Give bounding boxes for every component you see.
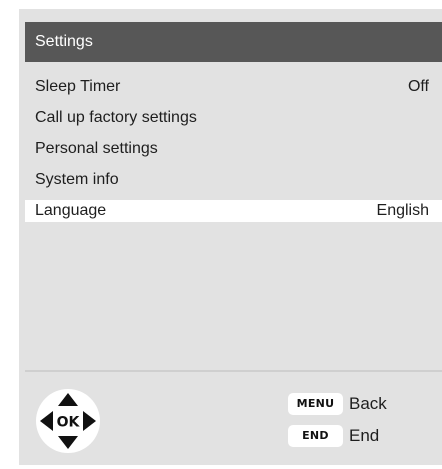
navigation-pad-icon: OK xyxy=(35,388,101,454)
menu-item-sleep-timer[interactable]: Sleep Timer Off xyxy=(25,76,442,98)
menu-item-value: English xyxy=(376,202,429,219)
back-label: Back xyxy=(349,394,387,413)
end-label: End xyxy=(349,426,380,445)
ok-label: OK xyxy=(57,415,81,431)
menu-key-badge: MENU xyxy=(288,393,343,415)
menu-item-label: Personal settings xyxy=(35,140,158,157)
menu-item-label: System info xyxy=(35,171,119,188)
settings-panel: Settings Sleep Timer Off Call up factory… xyxy=(19,9,442,465)
title-bar: Settings xyxy=(25,22,442,62)
end-key-badge: END xyxy=(288,425,343,447)
menu-item-label: Language xyxy=(35,202,107,219)
menu-item-personal-settings[interactable]: Personal settings xyxy=(25,138,442,160)
menu-item-label: Call up factory settings xyxy=(35,109,197,126)
menu-item-system-info[interactable]: System info xyxy=(25,169,442,191)
menu-item-language[interactable]: Language English xyxy=(25,200,442,222)
menu-item-value: Off xyxy=(407,78,429,95)
menu-item-factory-settings[interactable]: Call up factory settings xyxy=(25,107,442,129)
page-title: Settings xyxy=(35,33,93,50)
menu-item-label: Sleep Timer xyxy=(35,78,121,95)
footer-divider xyxy=(25,370,442,372)
